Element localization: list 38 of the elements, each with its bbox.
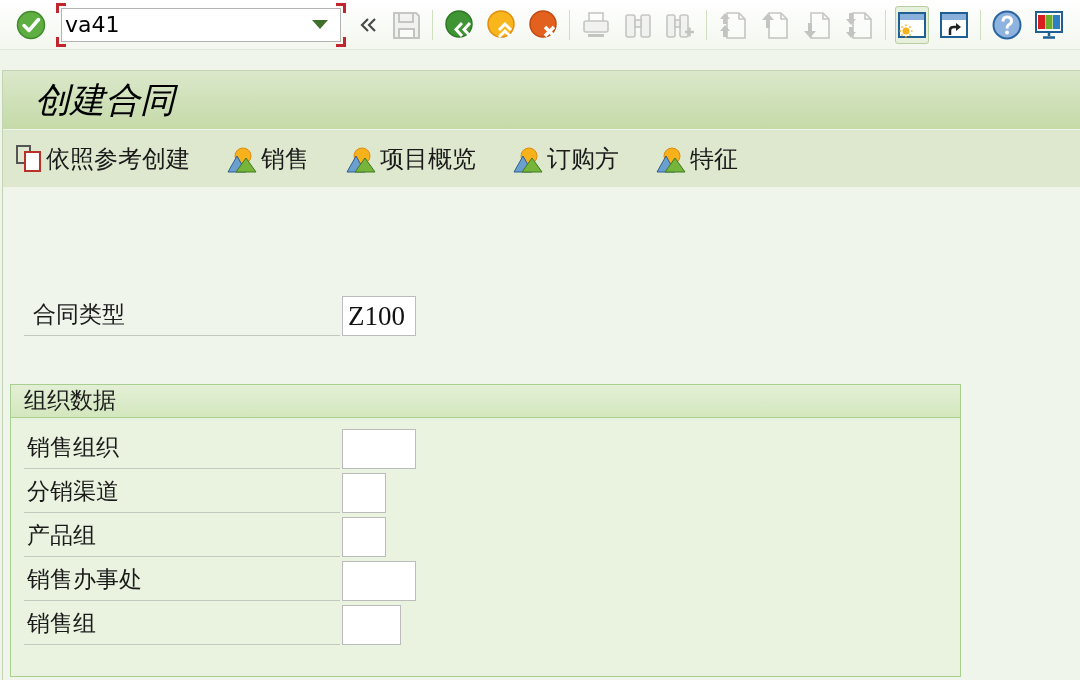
chevrons-circle-icon	[444, 9, 474, 40]
input-field[interactable]	[342, 429, 416, 469]
double-chevron-icon	[358, 16, 377, 33]
window-sun-icon	[897, 9, 927, 40]
chevrons-up-circle-icon	[486, 9, 516, 40]
input-field[interactable]	[342, 517, 386, 557]
check-circle-icon	[16, 9, 46, 40]
page-up-arrow-icon	[760, 9, 790, 40]
field-label: 销售办事处	[24, 561, 340, 601]
group-title: 组织数据	[24, 386, 116, 415]
printer-icon	[581, 9, 611, 40]
field-label: 合同类型	[24, 296, 340, 336]
help-icon	[992, 9, 1022, 40]
page-double-down-arrow-icon	[844, 9, 874, 40]
field-label: 分销渠道	[24, 473, 340, 513]
input-field[interactable]: Z100	[342, 296, 416, 336]
mountain-sun-icon	[227, 144, 257, 173]
field-label: 销售组织	[24, 429, 340, 469]
input-field[interactable]	[342, 605, 401, 645]
mountain-sun-icon	[513, 144, 543, 173]
toolbar-button[interactable]: 订购方	[513, 140, 619, 177]
mountain-sun-icon	[346, 144, 376, 173]
toolbar-button[interactable]: 依照参考创建	[16, 140, 190, 177]
input-field[interactable]	[342, 561, 416, 601]
dropdown-arrow-icon	[312, 20, 328, 29]
page-double-up-arrow-icon	[718, 9, 748, 40]
new-session-button[interactable]	[895, 5, 929, 44]
toolbar-button[interactable]: 特征	[656, 140, 738, 177]
monitor-icon	[1034, 9, 1064, 40]
field-label: 产品组	[24, 517, 340, 557]
toolbar-button[interactable]: 销售	[227, 140, 309, 177]
overlapping-pages-icon	[16, 145, 42, 172]
x-circle-icon	[528, 9, 558, 40]
field-label: 销售组	[24, 605, 340, 645]
mountain-sun-icon	[656, 144, 686, 173]
page-down-arrow-icon	[802, 9, 832, 40]
input-field[interactable]	[342, 473, 386, 513]
toolbar-button[interactable]: 项目概览	[346, 140, 476, 177]
